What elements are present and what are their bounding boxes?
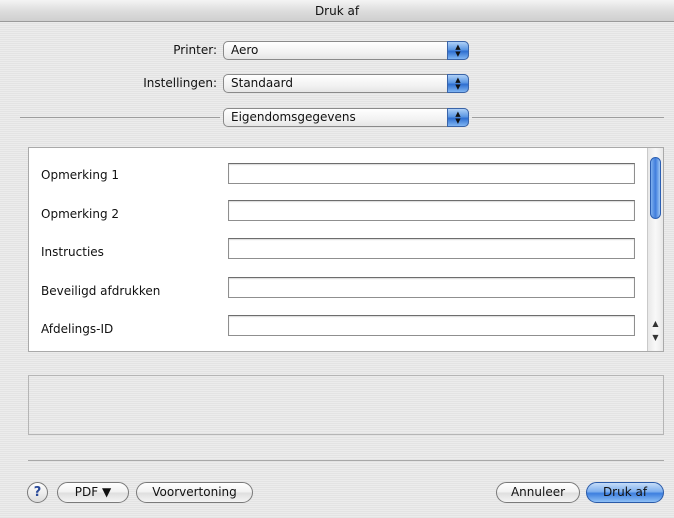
scrollbar-thumb[interactable] (650, 157, 661, 219)
vertical-scrollbar[interactable]: ▲ ▼ (647, 148, 663, 351)
printer-popup[interactable]: Aero ▲ ▼ (223, 41, 469, 60)
description-box (28, 375, 664, 435)
printer-popup-value: Aero (231, 43, 259, 57)
field-label-instructies: Instructies (41, 245, 104, 259)
pane-selector-popup[interactable]: Eigendomsgegevens ▲ ▼ (223, 108, 469, 127)
afdelings-id-input[interactable] (228, 315, 635, 336)
field-label-afdelings-id: Afdelings-ID (41, 322, 114, 336)
instructies-input[interactable] (228, 238, 635, 259)
window-title-bar[interactable]: Druk af (0, 0, 674, 22)
preview-button[interactable]: Voorvertoning (136, 482, 253, 503)
bottom-separator (28, 460, 664, 461)
opmerking-2-input[interactable] (228, 200, 635, 221)
scroll-down-arrow-icon[interactable]: ▼ (649, 332, 662, 344)
popup-arrows-icon: ▲ ▼ (447, 108, 469, 127)
settings-label: Instellingen: (143, 76, 217, 90)
printer-label: Printer: (173, 43, 217, 57)
pdf-menu-button[interactable]: PDF ▼ (57, 482, 129, 503)
settings-popup-value: Standaard (231, 76, 293, 90)
field-label-beveiligd-afdrukken: Beveiligd afdrukken (41, 284, 161, 298)
field-label-opmerking-1: Opmerking 1 (41, 168, 120, 182)
print-button[interactable]: Druk af (586, 482, 664, 503)
opmerking-1-input[interactable] (228, 163, 635, 184)
scroll-up-arrow-icon[interactable]: ▲ (649, 318, 662, 330)
popup-arrows-icon: ▲ ▼ (447, 74, 469, 93)
popup-arrows-icon: ▲ ▼ (447, 41, 469, 60)
separator-left (20, 117, 220, 118)
property-fields-panel: Opmerking 1 Opmerking 2 Instructies Beve… (28, 147, 664, 352)
separator-right (472, 117, 664, 118)
window-title: Druk af (314, 4, 360, 18)
field-label-opmerking-2: Opmerking 2 (41, 207, 120, 221)
settings-popup[interactable]: Standaard ▲ ▼ (223, 74, 469, 93)
pane-selector-value: Eigendomsgegevens (231, 110, 356, 124)
cancel-button[interactable]: Annuleer (496, 482, 580, 503)
help-button[interactable]: ? (27, 482, 48, 503)
beveiligd-afdrukken-input[interactable] (228, 277, 635, 298)
